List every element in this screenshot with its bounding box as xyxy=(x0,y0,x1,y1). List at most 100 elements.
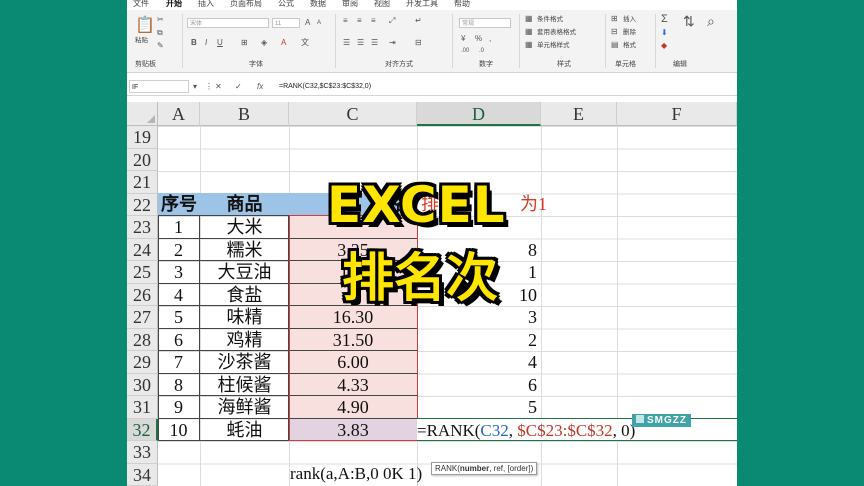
row-header-27[interactable]: 27 xyxy=(127,306,158,329)
cell-price[interactable]: 4.90 xyxy=(289,396,417,419)
row-header-23[interactable]: 23 xyxy=(127,216,158,239)
column-header-c[interactable]: C xyxy=(289,102,417,126)
cell-seq[interactable]: 6 xyxy=(158,328,200,351)
format-cells-button[interactable]: 格式 xyxy=(623,41,636,50)
align-bottom-icon[interactable]: ≡ xyxy=(371,16,376,26)
tab-review[interactable]: 审阅 xyxy=(342,0,358,9)
row-header-34[interactable]: 34 xyxy=(127,463,158,486)
cell-item[interactable]: 食盐 xyxy=(200,284,289,306)
formula-input[interactable]: =RANK(C32,$C$23:$C$32,0) xyxy=(279,80,729,93)
row-header-32[interactable]: 32 xyxy=(127,418,158,441)
cell-item[interactable]: 大豆油 xyxy=(200,261,289,284)
row-header-22[interactable]: 22 xyxy=(127,193,158,216)
row-header-21[interactable]: 21 xyxy=(127,171,158,194)
delete-cells-button[interactable]: 删除 xyxy=(623,28,636,37)
underline-icon[interactable]: U xyxy=(217,38,223,48)
clear-icon[interactable]: ◆ xyxy=(661,41,667,51)
cell-item[interactable]: 海鲜酱 xyxy=(200,396,289,419)
cell-seq[interactable]: 5 xyxy=(158,306,200,329)
bold-icon[interactable]: B xyxy=(191,38,197,48)
name-box-dropdown-icon[interactable]: ▾ xyxy=(193,80,197,93)
align-middle-icon[interactable]: ≡ xyxy=(357,16,362,26)
insert-function-icon[interactable]: fx xyxy=(257,80,263,93)
orientation-icon[interactable]: ⤢ xyxy=(389,16,395,26)
cell-seq[interactable]: 7 xyxy=(158,351,200,374)
row-header-30[interactable]: 30 xyxy=(127,373,158,396)
column-header-b[interactable]: B xyxy=(200,102,289,126)
wrap-text-icon[interactable]: ↵ xyxy=(415,16,422,26)
cell-rank[interactable]: 4 xyxy=(417,351,541,374)
increase-decimal-icon[interactable]: .00 xyxy=(461,46,469,56)
cell-item[interactable]: 鸡精 xyxy=(200,329,289,351)
tab-developer[interactable]: 开发工具 xyxy=(406,0,438,9)
comma-icon[interactable]: , xyxy=(489,34,491,44)
row-header-20[interactable]: 20 xyxy=(127,148,158,171)
paste-label[interactable]: 粘贴 xyxy=(135,36,148,45)
align-right-icon[interactable]: ☰ xyxy=(371,38,378,48)
column-header-a[interactable]: A xyxy=(158,102,200,126)
tab-insert[interactable]: 插入 xyxy=(198,0,214,9)
table-format-button[interactable]: 套用表格格式 xyxy=(537,28,576,37)
fill-color-icon[interactable]: ◈ xyxy=(261,38,267,48)
cell-seq[interactable]: 10 xyxy=(158,418,200,441)
font-name-select[interactable]: 宋体 xyxy=(187,18,269,28)
cell-price[interactable]: 31.50 xyxy=(289,328,417,351)
row-header-28[interactable]: 28 xyxy=(127,328,158,351)
align-top-icon[interactable]: ≡ xyxy=(343,16,348,26)
cell-seq[interactable]: 4 xyxy=(158,283,200,306)
row-header-31[interactable]: 31 xyxy=(127,396,158,419)
row-header-29[interactable]: 29 xyxy=(127,351,158,374)
tab-home[interactable]: 开始 xyxy=(166,0,182,9)
tab-data[interactable]: 数据 xyxy=(310,0,326,9)
cancel-icon[interactable]: ✕ xyxy=(215,80,222,93)
header-item[interactable]: 商品 xyxy=(200,193,289,216)
percent-icon[interactable]: % xyxy=(475,34,482,44)
grow-font-icon[interactable]: A xyxy=(305,18,310,28)
column-header-d[interactable]: D xyxy=(417,102,541,126)
shrink-font-icon[interactable]: A xyxy=(317,18,321,28)
cell-rank[interactable]: 2 xyxy=(417,329,541,352)
row-header-25[interactable]: 25 xyxy=(127,261,158,284)
find-select-icon[interactable]: ⌕ xyxy=(707,14,715,28)
fill-icon[interactable]: ⬇ xyxy=(661,28,668,38)
conditional-format-icon[interactable]: ▦ xyxy=(525,14,533,24)
cell-styles-icon[interactable]: ▦ xyxy=(525,40,533,50)
row-header-19[interactable]: 19 xyxy=(127,126,158,149)
cut-icon[interactable]: ✂ xyxy=(157,15,164,25)
cell-seq[interactable]: 3 xyxy=(158,261,200,284)
align-center-icon[interactable]: ☰ xyxy=(357,38,364,48)
sort-filter-icon[interactable]: ⇅ xyxy=(683,14,695,28)
cell-seq[interactable]: 1 xyxy=(158,216,200,239)
phonetic-icon[interactable]: 文 xyxy=(301,38,309,48)
cell-item[interactable]: 大米 xyxy=(200,216,289,239)
cell-item[interactable]: 糯米 xyxy=(200,239,289,261)
row-header-24[interactable]: 24 xyxy=(127,238,158,261)
row34-note[interactable]: rank(a,A:B,0 0K 1) xyxy=(290,463,422,485)
tab-page-layout[interactable]: 页面布局 xyxy=(230,0,262,9)
conditional-format-button[interactable]: 条件格式 xyxy=(537,15,563,24)
cell-seq[interactable]: 9 xyxy=(158,396,200,419)
format-painter-icon[interactable]: ✎ xyxy=(157,41,164,51)
number-format-select[interactable]: 常规 xyxy=(459,18,511,28)
insert-cells-button[interactable]: 插入 xyxy=(623,15,636,24)
column-header-e[interactable]: E xyxy=(541,102,617,126)
cell-rank[interactable]: 5 xyxy=(417,396,541,419)
italic-icon[interactable]: I xyxy=(205,38,207,48)
name-box[interactable]: IF xyxy=(129,80,189,93)
row-header-26[interactable]: 26 xyxy=(127,283,158,306)
cell-price[interactable]: 3.83 xyxy=(289,418,417,441)
row-header-33[interactable]: 33 xyxy=(127,441,158,464)
cell-rank[interactable]: 6 xyxy=(417,374,541,397)
enter-icon[interactable]: ✓ xyxy=(235,80,242,93)
cell-item[interactable]: 沙茶酱 xyxy=(200,351,289,374)
indent-icon[interactable]: ⇥ xyxy=(389,38,396,48)
tab-formulas[interactable]: 公式 xyxy=(278,0,294,9)
format-cells-icon[interactable]: ▤ xyxy=(611,40,619,50)
decrease-decimal-icon[interactable]: .0 xyxy=(479,46,484,56)
font-color-icon[interactable]: A xyxy=(281,38,286,48)
tab-help[interactable]: 帮助 xyxy=(454,0,470,9)
header-seq[interactable]: 序号 xyxy=(158,193,200,216)
cell-price[interactable]: 6.00 xyxy=(289,351,417,374)
currency-icon[interactable]: ¥ xyxy=(461,34,465,44)
merge-icon[interactable]: ⊟ xyxy=(415,38,422,48)
